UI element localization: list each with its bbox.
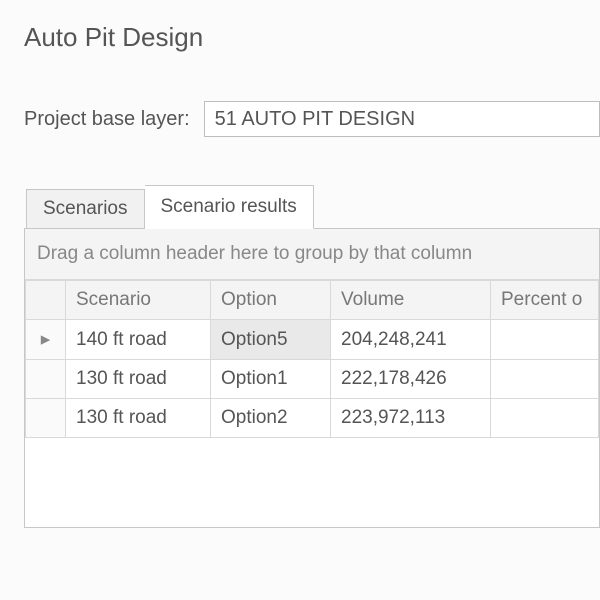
results-table: Scenario Option Volume Percent o ▸ 140 f… <box>25 280 599 438</box>
column-header-scenario[interactable]: Scenario <box>66 281 211 320</box>
table-row[interactable]: ▸ 140 ft road Option5 204,248,241 <box>26 320 599 360</box>
cell-volume[interactable]: 222,178,426 <box>331 360 491 399</box>
project-base-layer-input[interactable] <box>204 101 600 137</box>
row-indicator-empty <box>26 360 66 399</box>
column-header-indicator[interactable] <box>26 281 66 320</box>
row-indicator-empty <box>26 399 66 438</box>
cell-percent[interactable] <box>491 320 599 360</box>
table-row[interactable]: 130 ft road Option1 222,178,426 <box>26 360 599 399</box>
cell-scenario[interactable]: 130 ft road <box>66 360 211 399</box>
cell-option[interactable]: Option5 <box>211 320 331 360</box>
cell-percent[interactable] <box>491 399 599 438</box>
group-by-hint[interactable]: Drag a column header here to group by th… <box>25 229 599 280</box>
results-grid: Drag a column header here to group by th… <box>24 228 600 528</box>
tab-scenarios[interactable]: Scenarios <box>26 189 145 229</box>
column-header-volume[interactable]: Volume <box>331 281 491 320</box>
cell-volume[interactable]: 204,248,241 <box>331 320 491 360</box>
page-title: Auto Pit Design <box>24 22 600 53</box>
cell-scenario[interactable]: 140 ft road <box>66 320 211 360</box>
cell-option[interactable]: Option2 <box>211 399 331 438</box>
column-header-option[interactable]: Option <box>211 281 331 320</box>
cell-scenario[interactable]: 130 ft road <box>66 399 211 438</box>
table-row[interactable]: 130 ft road Option2 223,972,113 <box>26 399 599 438</box>
project-base-layer-field: Project base layer: <box>24 101 600 137</box>
project-base-layer-label: Project base layer: <box>24 108 190 131</box>
tabs: Scenarios Scenario results <box>26 185 600 228</box>
cell-percent[interactable] <box>491 360 599 399</box>
cell-option[interactable]: Option1 <box>211 360 331 399</box>
column-header-percent[interactable]: Percent o <box>491 281 599 320</box>
cell-volume[interactable]: 223,972,113 <box>331 399 491 438</box>
tab-scenario-results[interactable]: Scenario results <box>145 185 314 229</box>
row-indicator-icon: ▸ <box>26 320 66 360</box>
